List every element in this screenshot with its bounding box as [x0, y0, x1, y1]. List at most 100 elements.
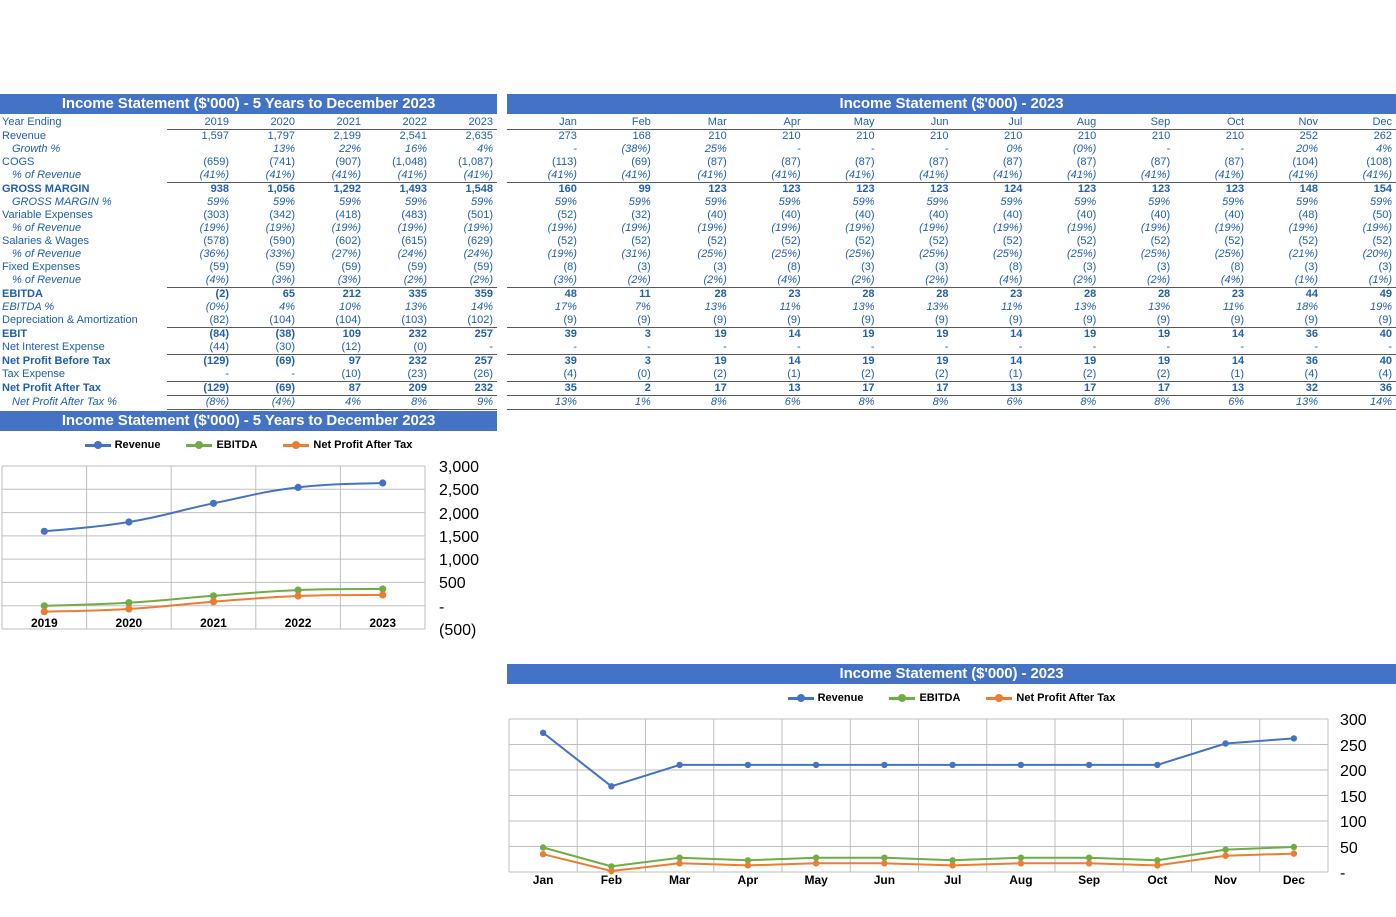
cell-value: (4%) [1220, 274, 1245, 286]
table-row: 160 99 123 123 123 123 124 123 123 123 148 154 [507, 182, 1396, 196]
cell-value: 14 [952, 354, 1027, 368]
table-row: EBITDA (2) 65 212 335 359 [0, 287, 497, 301]
cell-value: 59% [926, 196, 949, 208]
column-header-Mar: Mar [654, 116, 731, 130]
cell-value: 19 [804, 354, 879, 368]
table-row: (52) (32) (40) (40) (40) (40) (40) (40) (40) (40)… [507, 209, 1396, 222]
cell-value: (41%) [463, 169, 493, 181]
cell-value: 209 [365, 381, 431, 396]
cell-value: 2,541 [399, 130, 427, 142]
cell-value: 1,597 [201, 130, 229, 142]
cell-value: (1) [1230, 368, 1245, 380]
series-line-revenue [44, 482, 383, 533]
cell-value: (4) [1304, 368, 1318, 380]
data-point [40, 527, 48, 535]
cell-value: 22% [338, 143, 361, 155]
cell-value: 13% [1148, 301, 1171, 313]
cell-value: 938 [167, 182, 233, 196]
data-point [881, 761, 888, 769]
cell-value: (26) [473, 368, 493, 380]
cell-value: (19%) [1214, 222, 1245, 234]
cell-value: (9) [1304, 314, 1318, 326]
cell-value: (40) [707, 209, 727, 221]
legend-item-ebitda: EBITDA [186, 439, 257, 451]
cell-value: 19 [1026, 354, 1101, 368]
monthly-chart-panel: Income Statement ($'000) - 2023 Revenue … [507, 664, 1396, 917]
data-point [881, 854, 888, 861]
cell-value: (41%) [547, 169, 577, 181]
x-axis-tick-label: Apr [737, 873, 759, 887]
cell-value: 8% [654, 395, 731, 410]
cell-value: (629) [467, 235, 493, 247]
y-axis-tick-label: 200 [1340, 763, 1367, 780]
cell-value: (40) [1224, 209, 1245, 221]
table-row: % of Revenue (19%) (19%) (19%) (19%) (19%) [0, 222, 497, 235]
cell-value: 28 [1100, 287, 1175, 301]
cell-value: (3) [713, 261, 727, 273]
row-label: Revenue [2, 129, 47, 142]
cell-value: (52) [1076, 235, 1097, 247]
row-label: Salaries & Wages [2, 235, 90, 247]
cell-value: 13% [507, 395, 581, 410]
data-point [1017, 854, 1025, 861]
cell-value: (52) [1372, 235, 1392, 247]
table-header-row: Jan Feb Mar Apr May Jun Jul Aug Sep Oct Nov Dec [507, 116, 1396, 130]
cell-value: (69) [233, 354, 299, 368]
cell-value: 17 [878, 381, 953, 396]
cell-value: 44 [1248, 287, 1322, 301]
cell-value: (659) [203, 156, 229, 168]
legend-item-npat: Net Profit After Tax [283, 439, 412, 451]
table-row: Variable Expenses (303) (342) (418) (483) (50… [0, 209, 497, 222]
cell-value: (9) [637, 314, 651, 326]
data-point [744, 761, 752, 769]
cell-value: 4% [1376, 143, 1392, 155]
cell-value: (578) [203, 235, 229, 247]
row-label: Tax Expense [2, 368, 65, 381]
cell-value: 28 [878, 287, 953, 301]
cell-value: 59% [628, 196, 651, 208]
cell-value: 19% [1369, 301, 1392, 313]
cell-value: 212 [299, 287, 365, 301]
cell-value: - [1388, 341, 1392, 353]
cell-value: (69) [631, 156, 651, 168]
table-row: COGS (659) (741) (907) (1,048) (1,087) [0, 156, 497, 169]
column-header-Feb: Feb [580, 116, 655, 130]
cell-value: (483) [401, 209, 427, 221]
cell-value: (342) [269, 209, 295, 221]
cell-value: (907) [335, 156, 361, 168]
cell-value: - [796, 341, 801, 353]
cell-value: (19%) [547, 248, 577, 260]
cell-value: 123 [730, 182, 805, 196]
cell-value: - [870, 341, 875, 353]
table-row: (9) (9) (9) (9) (9) (9) (9) (9) (9) (9) (9) (9) [507, 314, 1396, 328]
cell-value: 257 [431, 327, 497, 341]
table-row: 13% 1% 8% 6% 8% 8% 6% 8% 8% 6% 13% 14% [507, 395, 1396, 410]
cell-value: (4) [1378, 368, 1392, 380]
x-axis-tick-label: Dec [1282, 873, 1305, 887]
cell-value: (87) [781, 156, 801, 168]
cell-value: (602) [335, 235, 361, 247]
cell-value: 1% [580, 395, 655, 410]
cell-value: (52) [1002, 235, 1023, 247]
x-axis-tick-label: 2019 [30, 616, 58, 630]
cell-value: 13% [926, 301, 949, 313]
cell-value: 13% [272, 143, 295, 155]
cell-value: (2%) [851, 274, 875, 286]
cell-value: (2%) [703, 274, 727, 286]
data-point [1222, 740, 1229, 747]
legend-item-revenue: Revenue [84, 439, 160, 451]
cell-value: (3) [935, 261, 949, 273]
table-row: Net Profit After Tax % (8%) (4%) 4% 8% 9% [0, 395, 497, 410]
row-label: Depreciation & Amortization [2, 314, 138, 327]
column-header-2022: 2022 [365, 116, 431, 130]
cell-value: (4) [563, 368, 577, 380]
cell-value: (19%) [199, 222, 229, 234]
cell-value: 59% [1148, 196, 1171, 208]
cell-value: 123 [878, 182, 953, 196]
cell-value: 14 [730, 327, 805, 341]
cell-value: 19 [654, 354, 731, 368]
table-row: Tax Expense - - (10) (23) (26) [0, 368, 497, 382]
cell-value: (19%) [397, 222, 427, 234]
column-header-2023: 2023 [431, 116, 497, 130]
cell-value: (9) [1008, 314, 1023, 326]
